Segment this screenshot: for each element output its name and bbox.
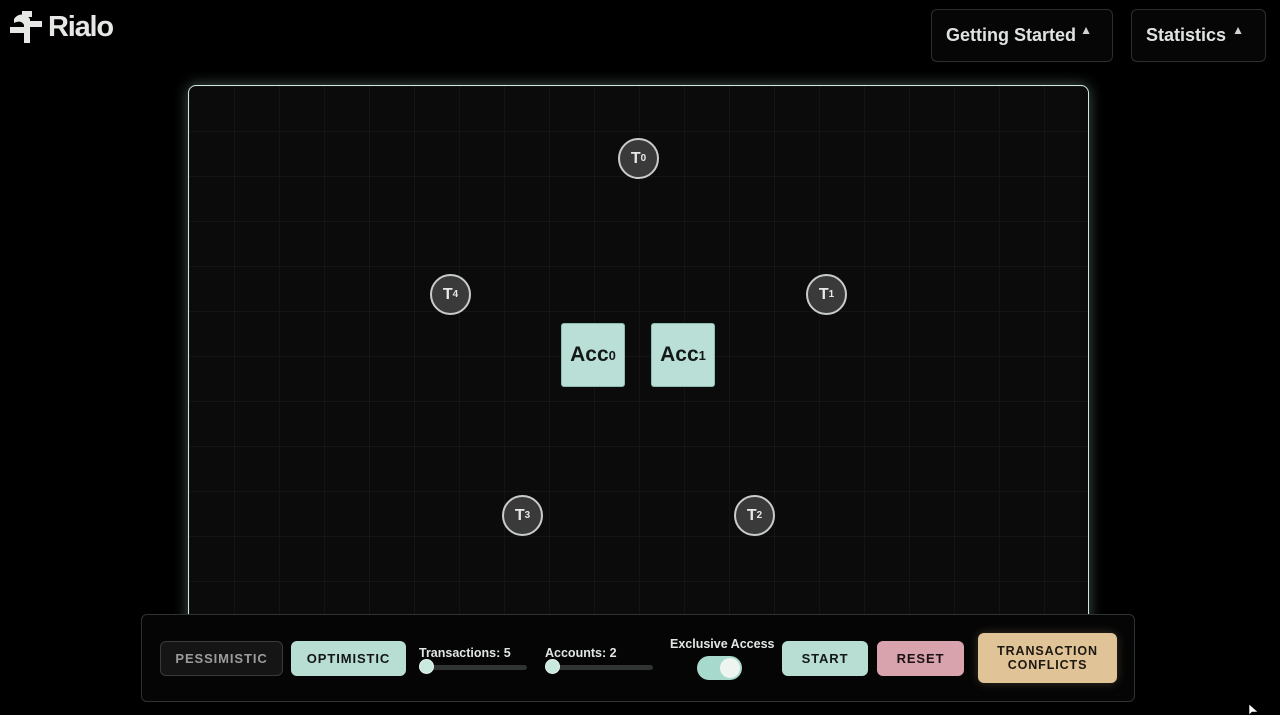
mouse-cursor-icon xyxy=(1249,704,1259,715)
rialo-logo-icon xyxy=(10,11,42,43)
exclusive-access-label: Exclusive Access xyxy=(670,637,775,651)
transaction-node-0[interactable]: T0 xyxy=(618,138,659,179)
optimistic-button[interactable]: OPTIMISTIC xyxy=(291,641,406,676)
transaction-node-4[interactable]: T4 xyxy=(430,274,471,315)
transactions-slider-thumb[interactable] xyxy=(419,659,434,674)
start-button[interactable]: START xyxy=(782,641,868,676)
transaction-conflicts-label: TRANSACTION CONFLICTS xyxy=(997,643,1098,672)
accounts-slider-label: Accounts: 2 xyxy=(545,646,617,660)
statistics-dropdown[interactable]: Statistics ▲ xyxy=(1131,9,1266,62)
transaction-node-2[interactable]: T2 xyxy=(734,495,775,536)
transactions-slider-label: Transactions: 5 xyxy=(419,646,511,660)
accounts-slider-thumb[interactable] xyxy=(545,659,560,674)
exclusive-access-group: Exclusive Access xyxy=(670,637,775,680)
caret-up-icon: ▲ xyxy=(1080,23,1092,37)
transaction-node-3[interactable]: T3 xyxy=(502,495,543,536)
accounts-slider-track[interactable] xyxy=(545,665,653,670)
account-node-0[interactable]: Acc 0 xyxy=(561,323,625,387)
transaction-conflicts-button[interactable]: TRANSACTION CONFLICTS xyxy=(978,633,1117,683)
control-bar: PESSIMISTIC OPTIMISTIC Transactions: 5 A… xyxy=(141,614,1135,702)
transactions-slider-group: Transactions: 5 xyxy=(419,646,527,674)
pessimistic-button[interactable]: PESSIMISTIC xyxy=(160,641,283,676)
getting-started-label: Getting Started xyxy=(946,25,1077,45)
statistics-label: Statistics xyxy=(1146,25,1227,45)
transaction-node-1[interactable]: T1 xyxy=(806,274,847,315)
accounts-slider-group: Accounts: 2 xyxy=(545,646,653,674)
transactions-slider-track[interactable] xyxy=(419,665,527,670)
account-node-1[interactable]: Acc 1 xyxy=(651,323,715,387)
exclusive-access-toggle[interactable] xyxy=(697,656,742,680)
reset-button[interactable]: RESET xyxy=(877,641,964,676)
toggle-knob xyxy=(720,658,740,678)
brand-logo[interactable]: Rialo xyxy=(10,9,114,45)
brand-name: Rialo xyxy=(48,10,114,43)
caret-up-icon: ▲ xyxy=(1232,23,1244,37)
simulation-canvas: T0 T1 T2 T3 T4 Acc 0 Acc 1 xyxy=(188,85,1089,645)
getting-started-dropdown[interactable]: Getting Started ▲ xyxy=(931,9,1113,62)
